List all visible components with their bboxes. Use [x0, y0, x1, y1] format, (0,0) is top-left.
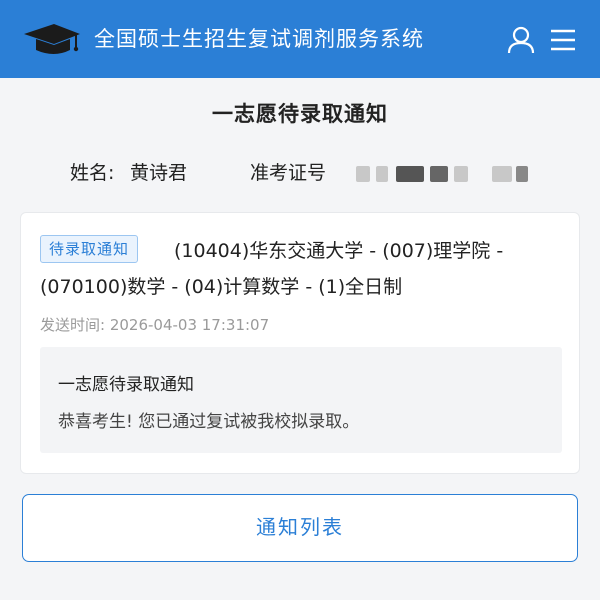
app-header: 全国硕士生招生复试调剂服务系统 — [0, 0, 600, 78]
status-badge: 待录取通知 — [40, 235, 139, 263]
page-title: 一志愿待录取通知 — [212, 102, 388, 126]
redacted-ticket-number — [430, 166, 448, 182]
redacted-ticket-number — [396, 166, 424, 182]
name-label: 姓名: — [70, 162, 115, 184]
redacted-ticket-number — [376, 166, 388, 182]
redacted-ticket-number — [516, 166, 528, 182]
user-icon[interactable] — [506, 26, 536, 54]
ticket-number-label: 准考证号 — [250, 162, 327, 184]
sent-time: 发送时间: 2026-04-03 17:31:07 — [40, 316, 270, 334]
app-title: 全国硕士生招生复试调剂服务系统 — [94, 27, 424, 51]
admission-detail-line-2: (070100)数学 - (04)计算数学 - (1)全日制 — [40, 276, 403, 298]
redacted-ticket-number — [356, 166, 370, 182]
admission-detail-line-1: (10404)华东交通大学 - (007)理学院 - — [174, 240, 504, 262]
message-title: 一志愿待录取通知 — [58, 375, 194, 395]
graduation-cap-icon — [24, 24, 80, 54]
message-body: 恭喜考生! 您已通过复试被我校拟录取。 — [58, 412, 360, 432]
notice-list-button[interactable]: 通知列表 — [22, 494, 578, 562]
message-box — [40, 347, 562, 453]
name-value: 黄诗君 — [130, 162, 188, 184]
redacted-ticket-number — [454, 166, 468, 182]
redacted-ticket-number — [492, 166, 512, 182]
menu-icon[interactable] — [548, 26, 578, 54]
